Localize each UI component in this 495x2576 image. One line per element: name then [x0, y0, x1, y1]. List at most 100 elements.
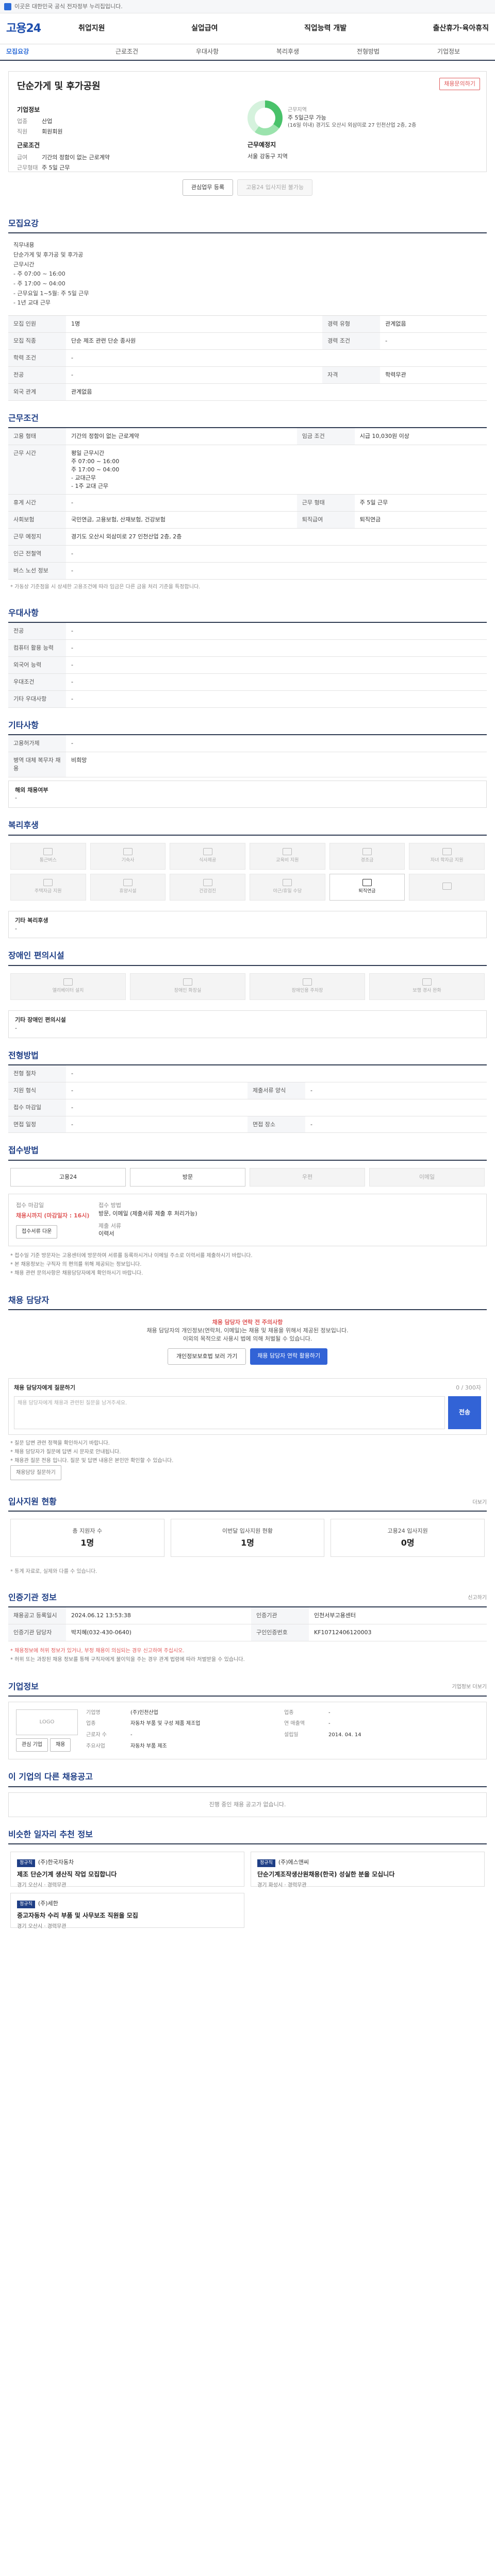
row-label: 면접 장소	[248, 1116, 305, 1133]
place-heading: 근무예정지	[248, 141, 276, 149]
table-row: 버스 노선 정보 -	[8, 562, 487, 580]
section-title: 기타사항	[8, 708, 487, 735]
nav-item[interactable]: 취업지원	[78, 23, 105, 33]
row-label: 고용허가제	[8, 735, 66, 752]
nav-item[interactable]: 직업능력 개발	[304, 23, 346, 33]
welfare-icon	[442, 848, 452, 856]
contact-button[interactable]: 채용문의하기	[439, 78, 480, 90]
docs-value: 방문, 이메일 (제출서류 제출 후 처리가능)	[98, 1210, 197, 1217]
apply-button[interactable]: 고용24 입사지원 불가능	[237, 179, 313, 196]
table-row: 전형 절차 -	[8, 1065, 487, 1082]
reg-table: 채용공고 등록일시 2024.06.12 13:53:38 인증기관 인천서부고용센터…	[8, 1607, 487, 1641]
question-box: 채용 담당자에게 질문하기 0 / 300자 채용 담당자에게 채용과 관련된 …	[8, 1378, 487, 1435]
row-label: 기타 우대사항	[8, 690, 66, 708]
download-docs-button[interactable]: 접수서류 다운	[16, 1225, 58, 1239]
flag-icon	[4, 3, 11, 10]
recommend-grid: 정규직 (주)한국자동차 제조 단순기계 생산직 작업 모집합니다 경기 오산시 · …	[8, 1844, 487, 1935]
info-value: -	[130, 1732, 133, 1738]
info-value: 자동차 부품 및 구성 제품 제조업	[130, 1721, 201, 1727]
tab-work[interactable]: 근로조건	[87, 47, 167, 56]
section-title: 인증기관 정보	[8, 1592, 57, 1602]
report-link[interactable]: 신고하기	[468, 1595, 487, 1606]
sub-value: -	[15, 794, 17, 802]
method-option[interactable]: 고용24	[10, 1167, 126, 1187]
note-line: * 본 채용정보는 구직자 의 편의를 위해 제공되는 정보입니다.	[10, 1262, 142, 1267]
sub-value: -	[15, 1024, 17, 1031]
section-title: 입사지원 현황	[8, 1496, 57, 1506]
job-title-link[interactable]: 단순기계조작생산원채용(한국) 성실한 분을 모십니다	[257, 1870, 478, 1879]
value: 산업	[42, 118, 53, 125]
table-row: 근무 시간 평일 근무시간 주 07:00 ~ 16:00 주 17:00 ~ 0…	[8, 445, 487, 495]
section-title: 기업정보	[8, 1681, 39, 1691]
welfare-label: 교육비 지원	[276, 858, 299, 863]
nav-item[interactable]: 실업급여	[191, 23, 218, 33]
status-value: 1명	[80, 1538, 94, 1548]
section-title: 우대사항	[8, 596, 487, 623]
row-label: 지원 형식	[8, 1082, 66, 1099]
content-line: 단순가게 및 후가공 및 후가공	[13, 251, 84, 258]
table-row: 인근 전철역 -	[8, 545, 487, 563]
card-header: 정규직 (주)에스앤씨	[257, 1858, 478, 1867]
question-input[interactable]: 채용 담당자에게 채용과 관련된 질문을 남겨주세요.	[14, 1396, 445, 1429]
nav-item[interactable]: 출산휴가·육아휴직	[433, 23, 489, 33]
info-label: 연 매출액	[284, 1721, 305, 1727]
section-title: 채용 담당자	[8, 1283, 487, 1311]
row-label: 컴퓨터 활용 능력	[8, 639, 66, 657]
save-job-button[interactable]: 관심업무 등록	[182, 179, 234, 196]
method-option[interactable]: 우편	[250, 1167, 365, 1187]
card-header: 정규직 (주)세한	[17, 1900, 238, 1908]
sub-heading: 해외 채용여부	[15, 786, 48, 793]
tab-recruit[interactable]: 모집요강	[6, 47, 87, 56]
alert-desc2: 이외의 목적으로 사용시 법에 의해 처벌될 수 있습니다.	[183, 1335, 312, 1343]
welfare-icon	[43, 848, 53, 856]
row-label: 전형 절차	[8, 1065, 66, 1082]
tab-company[interactable]: 기업정보	[408, 47, 489, 56]
job-title-link[interactable]: 중고자동차 수리 부품 및 사무보조 직원을 모집	[17, 1911, 238, 1920]
note-line: * 채용 담당자가 질문에 답변 시 문자로 안내됩니다.	[10, 1449, 121, 1455]
row-label: 인근 전철역	[8, 545, 66, 563]
table-row: 전공 - 자격 학력무관	[8, 366, 487, 384]
row-value: -	[66, 562, 487, 580]
tab-welfare[interactable]: 복리후생	[248, 47, 328, 56]
tab-prefer[interactable]: 우대사항	[167, 47, 248, 56]
site-logo[interactable]: 고용24	[6, 21, 68, 37]
contact-manager-button[interactable]: 채용 담당자 연락 활용하기	[250, 1348, 328, 1365]
access-icon	[303, 978, 312, 986]
recommend-card[interactable]: 정규직 (주)세한 중고자동차 수리 부품 및 사무보조 직원을 모집 경기 오산시 …	[10, 1892, 244, 1929]
method-option[interactable]: 이메일	[369, 1167, 485, 1187]
table-row: 고용 형태 기간의 정함이 없는 근로계약 임금 조건 시급 10,030원 이상	[8, 428, 487, 445]
row-label: 자격	[322, 366, 381, 384]
welfare-item: 퇴직연금	[329, 873, 405, 901]
row-value: -	[66, 735, 487, 752]
recommend-card[interactable]: 정규직 (주)에스앤씨 단순기계조작생산원채용(한국) 성실한 분을 모십니다 경기 …	[251, 1851, 485, 1888]
ask-button[interactable]: 채용담당 질문하기	[10, 1465, 61, 1480]
status-grid: 총 지원자 수 1명 이번달 입사지원 현황 1명 고용24 입사지원 0명	[8, 1512, 487, 1564]
company-jobs-button[interactable]: 채용	[50, 1738, 71, 1752]
fav-company-button[interactable]: 관심 기업	[16, 1738, 48, 1752]
row-label: 채용공고 등록일시	[8, 1607, 66, 1624]
tab-screen[interactable]: 전형방법	[328, 47, 408, 56]
row-value: -	[380, 332, 487, 350]
company-section: 기업정보 기업정보 더보기 LOGO 관심 기업 채용 기업명 (주)인천산업 업종…	[0, 1669, 495, 1760]
row-label: 외국어 능력	[8, 656, 66, 674]
job-title-link[interactable]: 제조 단순기계 생산직 작업 모집합니다	[17, 1870, 238, 1879]
more-link[interactable]: 더보기	[472, 1499, 487, 1511]
table-row: 외국 관계 관계없음	[8, 383, 487, 401]
etc-section: 기타사항 고용허가제 - 병역 대체 복무자 채용 비희망 해외 채용여부 -	[0, 708, 495, 808]
row-label: 근무 형태	[296, 494, 355, 512]
recruit-section: 모집요강 직무내용 단순가게 및 후가공 및 후가공 근무시간 - 주 07:00 ~…	[0, 206, 495, 401]
welfare-item: 야근/휴일 수당	[250, 873, 325, 901]
alert-title: 채용 담당자 연락 전 주의사항	[212, 1319, 283, 1326]
privacy-law-button[interactable]: 개인정보보호법 보러 가기	[167, 1348, 246, 1365]
welfare-item: 주택자금 지원	[10, 873, 86, 901]
method-option[interactable]: 방문	[130, 1167, 245, 1187]
send-button[interactable]: 전송	[448, 1396, 481, 1429]
prefer-section: 우대사항 전공 - 컴퓨터 활용 능력 - 외국어 능력 - 우대조건 - 기타 우대사항 -	[0, 596, 495, 708]
status-label: 고용24 입사지원	[387, 1527, 428, 1534]
welfare-icon	[203, 879, 212, 887]
recommend-card[interactable]: 정규직 (주)한국자동차 제조 단순기계 생산직 작업 모집합니다 경기 오산시 · …	[10, 1851, 244, 1888]
welfare-item: 교육비 지원	[250, 842, 325, 870]
company-more-link[interactable]: 기업정보 더보기	[452, 1684, 487, 1696]
deadline-label: 접수 마감일	[16, 1201, 44, 1209]
note-line: * 허위 또는 과장된 채용 정보를 통해 구직자에게 불이익을 주는 경우 관…	[10, 1656, 245, 1663]
